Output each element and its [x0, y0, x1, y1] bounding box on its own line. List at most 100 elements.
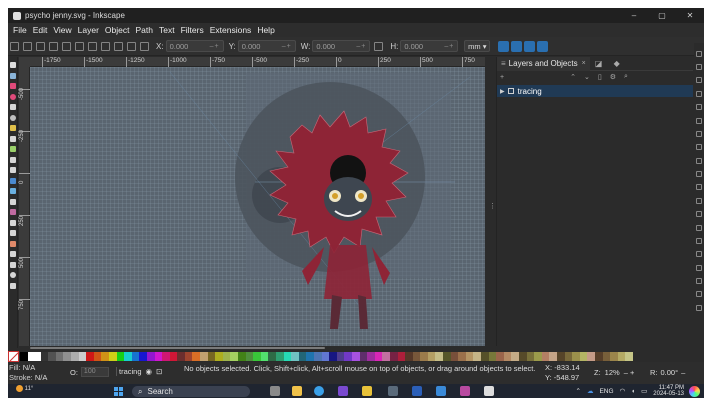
swatch[interactable] — [93, 351, 102, 361]
open-icon[interactable] — [696, 77, 702, 84]
app-icon[interactable] — [388, 386, 398, 396]
current-layer-select[interactable]: tracing — [116, 367, 142, 376]
language-indicator[interactable]: ENG — [599, 388, 613, 395]
x-stepper[interactable]: –+ — [210, 43, 220, 50]
inkscape-taskbar-icon[interactable] — [484, 386, 494, 396]
no-paint-swatch[interactable] — [8, 350, 19, 362]
battery-icon[interactable]: ▭ — [641, 387, 647, 395]
swatch[interactable] — [238, 351, 246, 361]
swatch[interactable] — [336, 351, 345, 361]
swatch[interactable] — [511, 351, 519, 361]
clock[interactable]: 11:47 PM 2024-05-13 — [653, 385, 684, 398]
flip-vertical-icon[interactable] — [88, 41, 97, 51]
add-layer-icon[interactable]: + — [500, 74, 504, 81]
swatch[interactable] — [610, 351, 618, 361]
swatch[interactable] — [27, 351, 41, 361]
rectangle-tool-icon[interactable] — [9, 83, 16, 90]
swatch[interactable] — [268, 351, 276, 361]
swatch[interactable] — [496, 351, 504, 361]
print-icon[interactable] — [696, 104, 702, 111]
menu-filters[interactable]: Filters — [178, 25, 207, 35]
swatch[interactable] — [587, 351, 595, 361]
group-icon[interactable] — [696, 278, 702, 285]
y-field[interactable]: 0.000 –+ — [237, 40, 296, 52]
zoom-tool-icon[interactable] — [9, 272, 16, 279]
maximize-button[interactable]: ▢ — [648, 8, 676, 23]
swatch[interactable] — [412, 351, 421, 361]
rotation-field[interactable]: 0.00° — [661, 368, 679, 377]
save-icon[interactable] — [696, 90, 702, 97]
close-button[interactable]: ✕ — [676, 8, 704, 23]
swatch[interactable] — [260, 351, 269, 361]
swatch[interactable] — [207, 351, 216, 361]
lower-to-bottom-icon[interactable] — [140, 41, 149, 51]
move-up-icon[interactable]: ⌃ — [570, 73, 576, 81]
taskbar-search[interactable]: ⌕ Search — [132, 386, 250, 397]
zoom-drawing-icon[interactable] — [696, 224, 702, 231]
swatch[interactable] — [579, 351, 588, 361]
volume-icon[interactable]: ◖ — [631, 388, 635, 395]
minimize-button[interactable]: – — [620, 8, 648, 23]
swatch[interactable] — [298, 351, 307, 361]
layer-row-tracing[interactable]: ▶ tracing — [497, 85, 693, 97]
swatch[interactable] — [397, 351, 406, 361]
swatch[interactable] — [162, 351, 170, 361]
paint-bucket-tool-icon[interactable] — [9, 209, 16, 216]
vertical-scrollbar[interactable]: ⋮ — [486, 67, 496, 346]
menu-view[interactable]: View — [50, 25, 74, 35]
dropper-tool-icon[interactable] — [9, 198, 16, 205]
vertical-ruler[interactable]: -500 -250 0 250 500 750 — [19, 67, 30, 346]
layer-lock-icon[interactable]: ⊡ — [156, 367, 162, 376]
menu-edit[interactable]: Edit — [30, 25, 51, 35]
file-explorer-icon[interactable] — [292, 386, 302, 396]
menu-object[interactable]: Object — [102, 25, 133, 35]
scale-stroke-toggle[interactable] — [498, 40, 510, 52]
tab-close-icon[interactable]: × — [582, 60, 586, 67]
h-stepper[interactable]: –+ — [444, 43, 454, 50]
swatch[interactable] — [154, 351, 163, 361]
lock-ratio-icon[interactable] — [374, 41, 384, 51]
document-properties-icon[interactable] — [696, 50, 702, 57]
swatch[interactable] — [625, 351, 633, 361]
menu-layer[interactable]: Layer — [75, 25, 102, 35]
swatch[interactable] — [481, 351, 489, 361]
pages-tool-icon[interactable] — [9, 282, 16, 289]
swatch[interactable] — [63, 351, 71, 361]
wifi-icon[interactable]: ◠ — [620, 387, 626, 395]
swatch[interactable] — [283, 351, 292, 361]
drawing-canvas[interactable] — [30, 67, 485, 346]
opacity-field[interactable]: 100 — [80, 367, 109, 377]
layer-visibility-icon[interactable]: ◉ — [146, 367, 153, 376]
y-stepper[interactable]: –+ — [282, 43, 292, 50]
horizontal-scroll-thumb[interactable] — [30, 347, 325, 349]
swatch[interactable] — [473, 351, 482, 361]
swatch[interactable] — [131, 351, 140, 361]
swatch[interactable] — [367, 351, 375, 361]
zoom-field[interactable]: 12% — [605, 368, 620, 377]
swatch[interactable] — [177, 351, 185, 361]
swatch[interactable] — [541, 351, 550, 361]
menu-path[interactable]: Path — [132, 25, 156, 35]
swatch[interactable] — [222, 351, 231, 361]
raise-to-top-icon[interactable] — [101, 41, 110, 51]
swatch[interactable] — [549, 351, 557, 361]
swatch[interactable] — [245, 351, 254, 361]
deselect-icon[interactable] — [36, 41, 45, 51]
swatch[interactable] — [389, 351, 398, 361]
swatch[interactable] — [450, 351, 459, 361]
calligraphy-tool-icon[interactable] — [9, 156, 16, 163]
h-field[interactable]: 0.000 –+ — [400, 40, 459, 52]
swatch[interactable] — [556, 351, 565, 361]
x-field[interactable]: 0.000 –+ — [165, 40, 224, 52]
color-app-icon[interactable] — [689, 385, 700, 397]
task-view-icon[interactable] — [270, 386, 280, 396]
swatch[interactable] — [344, 351, 352, 361]
copy-icon[interactable] — [696, 171, 702, 178]
zoom-stepper[interactable]: – + — [624, 368, 635, 377]
mesh-tool-icon[interactable] — [9, 188, 16, 195]
scale-corners-toggle[interactable] — [511, 40, 523, 52]
search-icon[interactable]: ⌕ — [624, 73, 628, 81]
visual-studio-icon[interactable] — [338, 386, 348, 396]
word-icon[interactable] — [412, 386, 422, 396]
swatch[interactable] — [139, 351, 147, 361]
